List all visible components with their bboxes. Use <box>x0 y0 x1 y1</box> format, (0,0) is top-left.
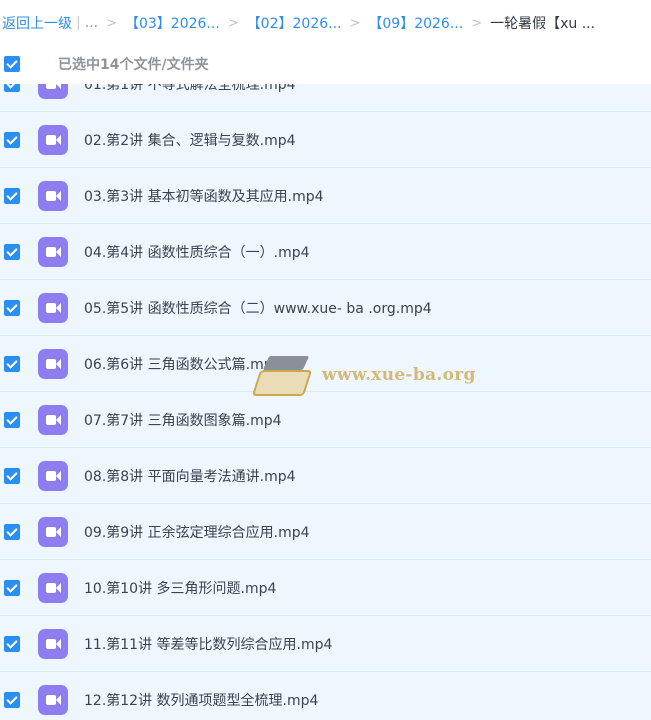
breadcrumb-divider: | <box>76 15 81 31</box>
file-row[interactable]: 12.第12讲 数列通项题型全梳理.mp4 <box>0 672 651 720</box>
video-file-icon <box>38 516 68 547</box>
file-row[interactable]: 06.第6讲 三角函数公式篇.mp4 <box>0 336 651 392</box>
file-checkbox[interactable] <box>4 691 20 708</box>
file-checkbox[interactable] <box>4 299 20 316</box>
file-list: 01.第1讲 不等式解法全梳理.mp4 02.第2讲 集合、逻辑与复数.mp4 … <box>0 84 651 720</box>
selection-count-text: 已选中14个文件/文件夹 <box>58 57 209 73</box>
chevron-right-icon: > <box>471 15 483 31</box>
file-name[interactable]: 06.第6讲 三角函数公式篇.mp4 <box>84 354 282 374</box>
chevron-right-icon: > <box>106 15 117 31</box>
file-row[interactable]: 02.第2讲 集合、逻辑与复数.mp4 <box>0 112 651 168</box>
chevron-right-icon: > <box>227 15 239 31</box>
file-checkbox[interactable] <box>4 131 20 148</box>
file-row[interactable]: 04.第4讲 函数性质综合（一）.mp4 <box>0 224 651 280</box>
file-name[interactable]: 05.第5讲 函数性质综合（二）www.xue- ba .org.mp4 <box>84 298 432 318</box>
file-name[interactable]: 08.第8讲 平面向量考法通讲.mp4 <box>84 466 296 486</box>
select-all-checkbox[interactable] <box>4 56 20 72</box>
video-file-icon <box>38 292 68 323</box>
file-checkbox[interactable] <box>4 187 20 204</box>
breadcrumb: 返回上一级 | ... > 【03】2026... > 【02】2026... … <box>0 0 651 46</box>
file-name[interactable]: 02.第2讲 集合、逻辑与复数.mp4 <box>84 130 296 150</box>
video-file-icon <box>38 124 68 155</box>
file-checkbox[interactable] <box>4 411 20 428</box>
video-file-icon <box>38 348 68 379</box>
video-file-icon <box>38 460 68 491</box>
file-name[interactable]: 07.第7讲 三角函数图象篇.mp4 <box>84 410 282 430</box>
video-file-icon <box>38 628 68 659</box>
file-name[interactable]: 10.第10讲 多三角形问题.mp4 <box>84 578 276 598</box>
chevron-right-icon: > <box>349 15 361 31</box>
video-file-icon <box>38 180 68 211</box>
file-row[interactable]: 10.第10讲 多三角形问题.mp4 <box>0 560 651 616</box>
breadcrumb-link[interactable]: 【02】2026... <box>247 13 342 33</box>
file-row[interactable]: 08.第8讲 平面向量考法通讲.mp4 <box>0 448 651 504</box>
file-checkbox[interactable] <box>4 523 20 540</box>
breadcrumb-ellipsis[interactable]: ... <box>85 15 98 31</box>
file-name[interactable]: 01.第1讲 不等式解法全梳理.mp4 <box>84 84 296 94</box>
file-name[interactable]: 04.第4讲 函数性质综合（一）.mp4 <box>84 242 310 262</box>
video-file-icon <box>38 404 68 435</box>
file-row[interactable]: 01.第1讲 不等式解法全梳理.mp4 <box>0 84 651 112</box>
file-row[interactable]: 03.第3讲 基本初等函数及其应用.mp4 <box>0 168 651 224</box>
file-checkbox[interactable] <box>4 84 20 92</box>
file-name[interactable]: 11.第11讲 等差等比数列综合应用.mp4 <box>84 634 332 654</box>
back-link[interactable]: 返回上一级 <box>2 13 72 33</box>
file-row[interactable]: 09.第9讲 正余弦定理综合应用.mp4 <box>0 504 651 560</box>
file-checkbox[interactable] <box>4 355 20 372</box>
file-row[interactable]: 05.第5讲 函数性质综合（二）www.xue- ba .org.mp4 <box>0 280 651 336</box>
file-name[interactable]: 03.第3讲 基本初等函数及其应用.mp4 <box>84 186 324 206</box>
breadcrumb-link[interactable]: 【03】2026... <box>125 13 220 33</box>
video-file-icon <box>38 572 68 603</box>
file-row[interactable]: 11.第11讲 等差等比数列综合应用.mp4 <box>0 616 651 672</box>
video-file-icon <box>38 236 68 267</box>
video-file-icon <box>38 84 68 99</box>
file-checkbox[interactable] <box>4 243 20 260</box>
file-checkbox[interactable] <box>4 579 20 596</box>
file-name[interactable]: 09.第9讲 正余弦定理综合应用.mp4 <box>84 522 310 542</box>
breadcrumb-link[interactable]: 【09】2026... <box>368 13 463 33</box>
file-checkbox[interactable] <box>4 467 20 484</box>
file-name[interactable]: 12.第12讲 数列通项题型全梳理.mp4 <box>84 690 318 710</box>
video-file-icon <box>38 684 68 715</box>
selection-bar: 已选中14个文件/文件夹 <box>0 48 651 80</box>
file-row[interactable]: 07.第7讲 三角函数图象篇.mp4 <box>0 392 651 448</box>
breadcrumb-current: 一轮暑假【xu ... <box>490 16 596 32</box>
file-checkbox[interactable] <box>4 635 20 652</box>
